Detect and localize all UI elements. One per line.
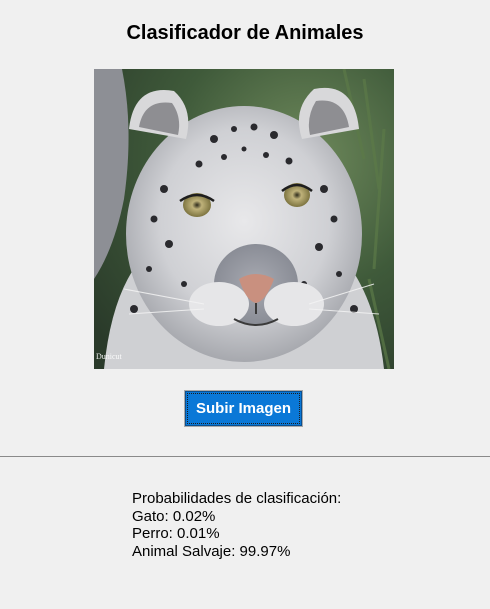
result-wild-animal: Animal Salvaje: 99.97% xyxy=(132,542,291,560)
photo-watermark: Dunicut xyxy=(96,352,123,361)
snow-leopard-image: Dunicut xyxy=(94,69,394,369)
classification-results: Probabilidades de clasificación: Gato: 0… xyxy=(132,490,341,560)
result-cat: Gato: 0.02% xyxy=(132,507,216,525)
results-heading: Probabilidades de clasificación: xyxy=(132,490,342,507)
upload-image-button[interactable]: Subir Imagen xyxy=(185,391,302,426)
result-dog: Perro: 0.01% xyxy=(132,525,220,542)
animal-photo: Dunicut xyxy=(94,69,394,369)
app-title: Clasificador de Animales xyxy=(126,22,364,44)
section-divider xyxy=(0,456,490,457)
